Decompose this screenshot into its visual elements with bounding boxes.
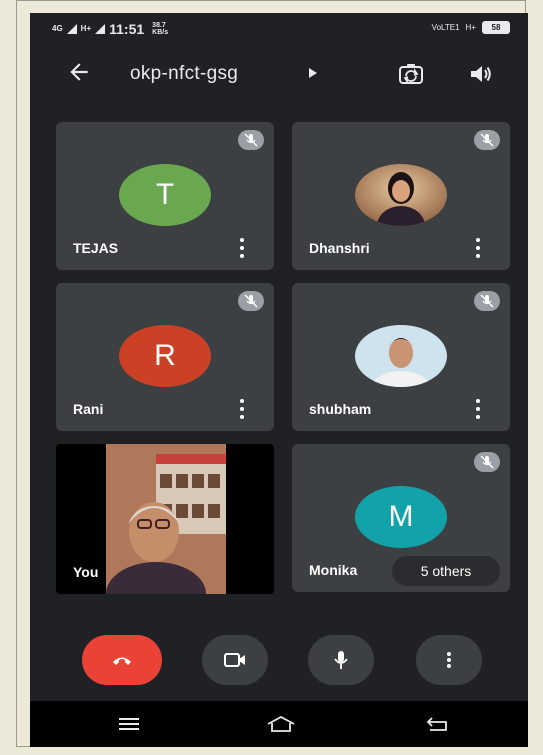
battery-level: 58 bbox=[491, 23, 501, 32]
meeting-header: okp-nfct-gsg bbox=[30, 55, 528, 95]
back-nav-button[interactable] bbox=[422, 713, 452, 735]
status-left: 4G H+ 11:51 38.7 KB/s bbox=[52, 21, 168, 37]
others-button[interactable]: 5 others bbox=[392, 556, 500, 586]
home-icon bbox=[267, 715, 295, 732]
network-indicator-3: H+ bbox=[465, 23, 476, 32]
participant-name: Rani bbox=[73, 401, 104, 417]
clock: 11:51 bbox=[109, 21, 145, 37]
avatar: R bbox=[119, 325, 211, 387]
switch-camera-button[interactable] bbox=[396, 59, 426, 89]
network-speed: 38.7 KB/s bbox=[152, 22, 168, 36]
more-options-button[interactable] bbox=[416, 635, 482, 685]
arrow-left-icon bbox=[70, 63, 88, 81]
mic-off-icon bbox=[244, 294, 258, 308]
camera-toggle-button[interactable] bbox=[202, 635, 268, 685]
mic-off-badge bbox=[238, 291, 264, 311]
status-bar: 4G H+ 11:51 38.7 KB/s VoLTE1 H+ 58 bbox=[30, 13, 528, 43]
participant-name: Monika bbox=[309, 562, 358, 578]
signal-icon-2 bbox=[95, 24, 106, 34]
volte-indicator: VoLTE1 bbox=[431, 23, 460, 32]
network-indicator-1: 4G bbox=[52, 24, 63, 33]
network-speed-value: 38.7 bbox=[152, 22, 166, 29]
participant-tile[interactable]: M Monika 5 others bbox=[292, 444, 510, 592]
mic-off-badge bbox=[238, 130, 264, 150]
meeting-code[interactable]: okp-nfct-gsg bbox=[130, 63, 238, 85]
more-options-icon[interactable] bbox=[474, 238, 482, 258]
network-indicator-2: H+ bbox=[80, 24, 92, 33]
participant-name: shubham bbox=[309, 401, 372, 417]
battery-icon: 58 bbox=[482, 21, 510, 34]
end-call-button[interactable] bbox=[82, 635, 162, 685]
phone-hangup-icon bbox=[113, 657, 131, 665]
menu-lines-icon bbox=[119, 718, 139, 730]
mic-off-badge bbox=[474, 291, 500, 311]
avatar: T bbox=[119, 164, 211, 226]
status-right: VoLTE1 H+ 58 bbox=[432, 21, 510, 34]
speaker-button[interactable] bbox=[466, 59, 496, 89]
profile-photo bbox=[355, 325, 447, 387]
mic-off-icon bbox=[480, 455, 494, 469]
participant-tile[interactable]: Dhanshri bbox=[292, 122, 510, 270]
recents-button[interactable] bbox=[114, 713, 144, 735]
mic-off-icon bbox=[244, 133, 258, 147]
mic-off-icon bbox=[480, 133, 494, 147]
back-nav-icon bbox=[426, 717, 447, 731]
more-options-icon[interactable] bbox=[238, 399, 246, 419]
profile-photo bbox=[355, 164, 447, 226]
meeting-info-caret-icon[interactable] bbox=[308, 67, 318, 82]
home-button[interactable] bbox=[266, 713, 296, 735]
mic-off-badge bbox=[474, 130, 500, 150]
more-vertical-icon bbox=[447, 652, 451, 668]
participant-tile[interactable]: shubham bbox=[292, 283, 510, 431]
video-camera-icon bbox=[224, 653, 245, 667]
mic-toggle-button[interactable] bbox=[308, 635, 374, 685]
more-options-icon[interactable] bbox=[238, 238, 246, 258]
participant-name: TEJAS bbox=[73, 240, 119, 256]
self-view-tile[interactable]: You bbox=[56, 444, 274, 594]
participant-tile[interactable]: R Rani bbox=[56, 283, 274, 431]
network-speed-unit: KB/s bbox=[152, 29, 169, 36]
microphone-icon bbox=[334, 651, 348, 669]
participant-name: You bbox=[73, 564, 99, 580]
camera-switch-icon bbox=[399, 64, 423, 84]
phone-screen: 4G H+ 11:51 38.7 KB/s VoLTE1 H+ 58 okp-n… bbox=[30, 13, 528, 747]
navigation-bar bbox=[30, 701, 528, 747]
speaker-icon bbox=[471, 66, 491, 82]
mic-off-badge bbox=[474, 452, 500, 472]
participant-name: Dhanshri bbox=[309, 240, 370, 256]
participant-tile[interactable]: T TEJAS bbox=[56, 122, 274, 270]
signal-icon bbox=[66, 24, 77, 34]
back-button[interactable] bbox=[66, 59, 96, 89]
more-options-icon[interactable] bbox=[474, 399, 482, 419]
avatar: M bbox=[355, 486, 447, 548]
mic-off-icon bbox=[480, 294, 494, 308]
